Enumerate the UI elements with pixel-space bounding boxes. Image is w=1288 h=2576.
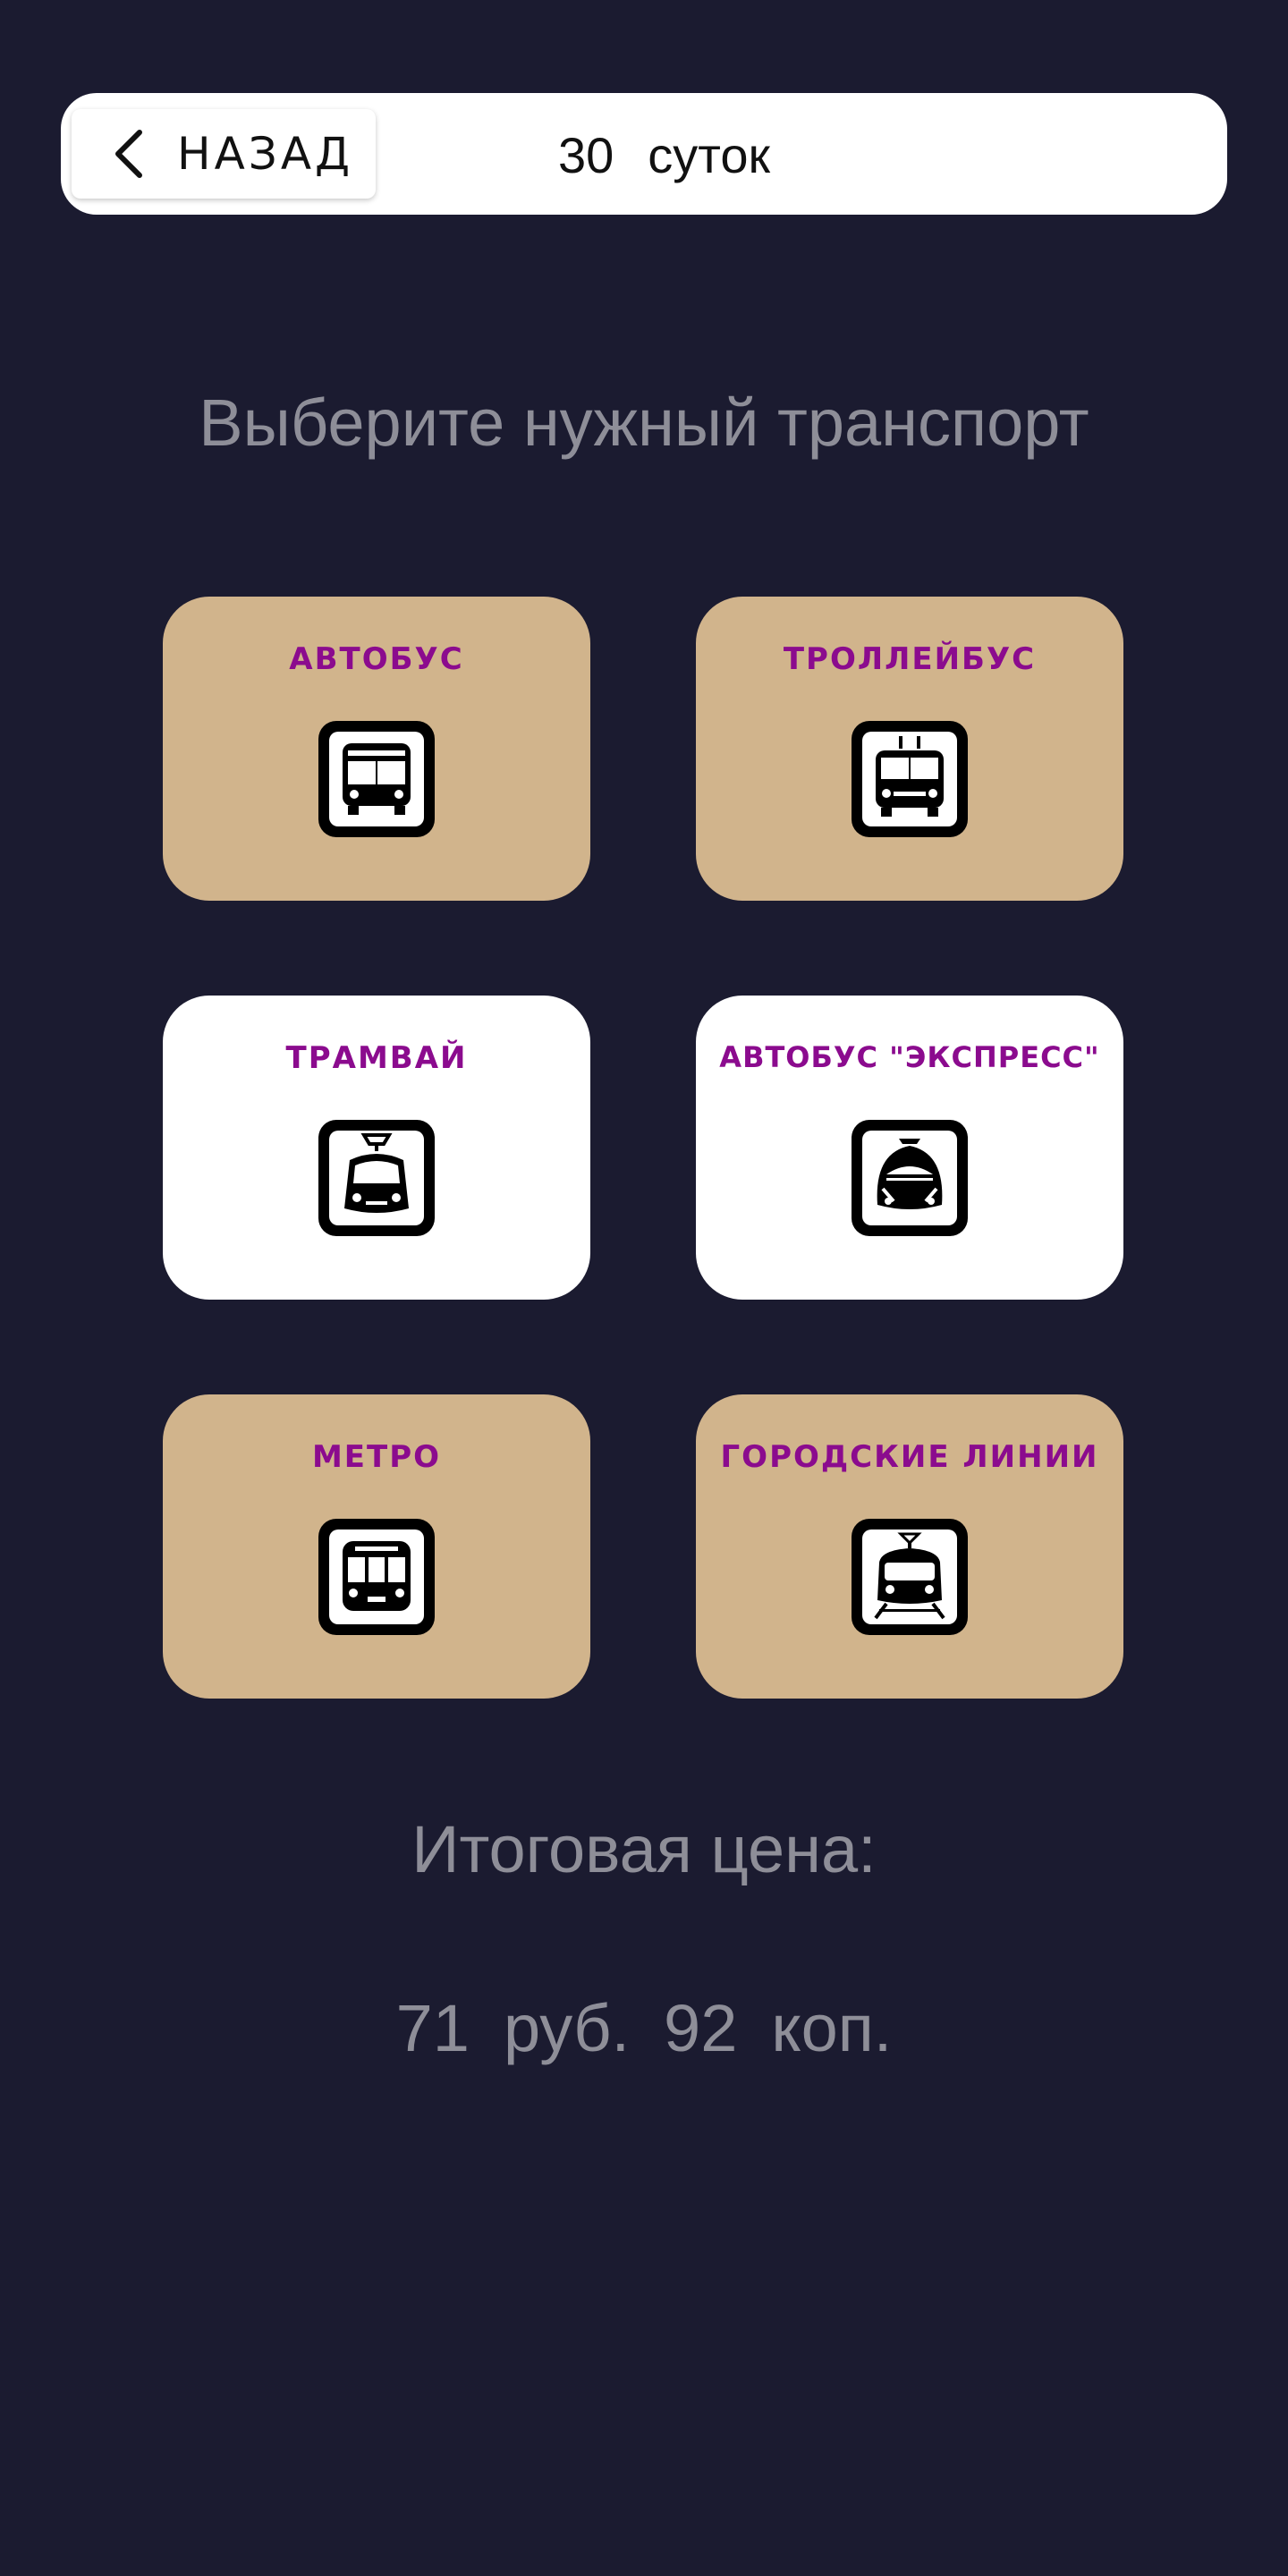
total-price-label: Итоговая цена: — [411, 1812, 877, 1886]
bus-icon — [318, 721, 435, 837]
tram-icon — [318, 1120, 435, 1236]
price-kop: 92 — [664, 1991, 738, 2065]
card-title: ТРАМВАЙ — [285, 1040, 468, 1076]
back-button-label: НАЗАД — [177, 128, 354, 180]
city-train-icon — [852, 1519, 968, 1635]
card-title: АВТОБУС — [289, 641, 464, 677]
card-title: ГОРОДСКИЕ ЛИНИИ — [720, 1439, 1099, 1475]
price-rub-unit: руб. — [503, 1991, 631, 2065]
price-kop-unit: коп. — [771, 1991, 893, 2065]
transport-card-express-bus[interactable]: АВТОБУС "ЭКСПРЕСС" — [696, 996, 1123, 1300]
transport-card-city-lines[interactable]: ГОРОДСКИЕ ЛИНИИ — [696, 1394, 1123, 1699]
back-button[interactable]: НАЗАД — [72, 109, 376, 199]
transport-card-metro[interactable]: МЕТРО — [163, 1394, 590, 1699]
trolleybus-icon — [852, 721, 968, 837]
transport-card-bus[interactable]: АВТОБУС — [163, 597, 590, 901]
transport-card-tram[interactable]: ТРАМВАЙ — [163, 996, 590, 1300]
card-title: МЕТРО — [311, 1439, 442, 1475]
card-title: АВТОБУС "ЭКСПРЕСС" — [719, 1040, 1100, 1074]
chevron-left-icon — [115, 130, 142, 178]
metro-icon — [318, 1519, 435, 1635]
period-value: 30 — [558, 126, 614, 183]
top-bar: НАЗАД 30 суток — [61, 93, 1227, 215]
card-title: ТРОЛЛЕЙБУС — [783, 641, 1037, 677]
express-bus-icon — [852, 1120, 968, 1236]
transport-card-trolleybus[interactable]: ТРОЛЛЕЙБУС — [696, 597, 1123, 901]
period-unit: суток — [648, 126, 770, 183]
page-heading: Выберите нужный транспорт — [199, 386, 1089, 460]
period-display: 30 суток — [558, 123, 770, 186]
total-price: 71 руб. 92 коп. — [0, 1990, 1288, 2066]
price-rub: 71 — [395, 1991, 470, 2065]
